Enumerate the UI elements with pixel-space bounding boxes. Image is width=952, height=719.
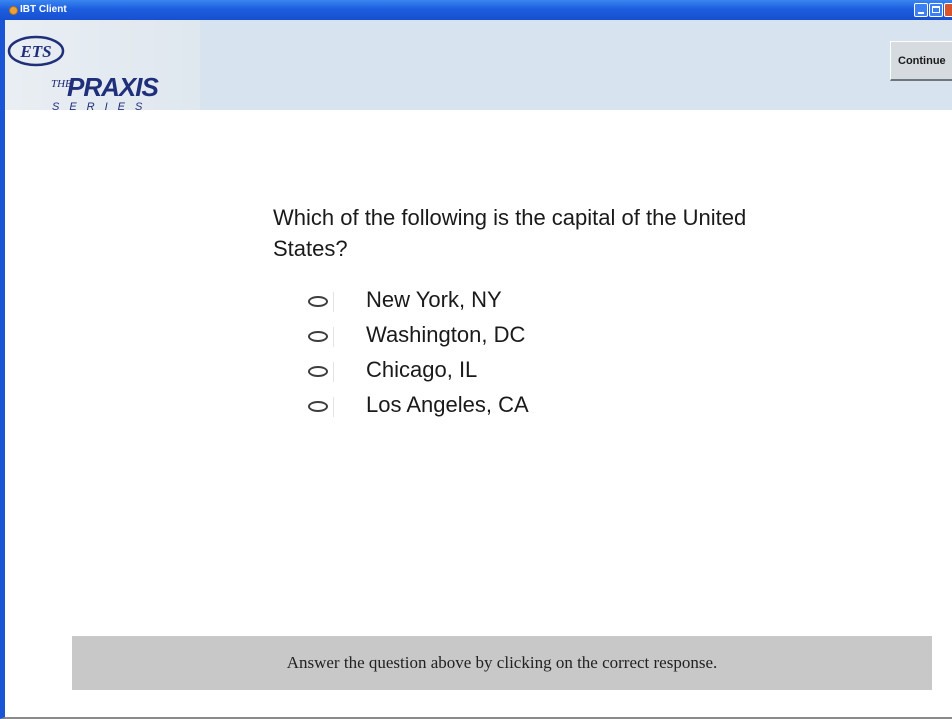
- answer-option-label[interactable]: Washington, DC: [366, 321, 525, 349]
- instruction-bar: Answer the question above by clicking on…: [72, 636, 932, 690]
- answer-option-label[interactable]: Los Angeles, CA: [366, 391, 529, 419]
- ibt-client-window: IBT Client ETS THE PRAXIS SERIES Continu…: [0, 0, 952, 719]
- radio-button[interactable]: [308, 292, 334, 312]
- instruction-text: Answer the question above by clicking on…: [286, 653, 718, 672]
- ets-logo-icon: ETS: [7, 35, 65, 67]
- app-icon: [9, 6, 18, 15]
- close-button[interactable]: [944, 3, 952, 17]
- logo-series-text: SERIES: [52, 101, 153, 113]
- radio-button[interactable]: [308, 397, 334, 417]
- ets-logo-text: ETS: [19, 42, 51, 61]
- answer-option-label[interactable]: Chicago, IL: [366, 356, 477, 384]
- window-title: IBT Client: [20, 4, 67, 15]
- logo-praxis-text: PRAXIS: [67, 72, 159, 102]
- radio-button[interactable]: [308, 362, 334, 382]
- question-text: Which of the following is the capital of…: [273, 205, 747, 261]
- praxis-logo: ETS THE PRAXIS SERIES: [5, 20, 200, 113]
- maximize-button[interactable]: [929, 3, 943, 17]
- radio-button[interactable]: [308, 327, 334, 347]
- minimize-button[interactable]: [914, 3, 928, 17]
- continue-button[interactable]: Continue: [890, 41, 952, 81]
- title-bar[interactable]: IBT Client: [0, 0, 952, 20]
- test-header: ETS THE PRAXIS SERIES Continue: [5, 20, 952, 113]
- answer-option-label[interactable]: New York, NY: [366, 286, 502, 314]
